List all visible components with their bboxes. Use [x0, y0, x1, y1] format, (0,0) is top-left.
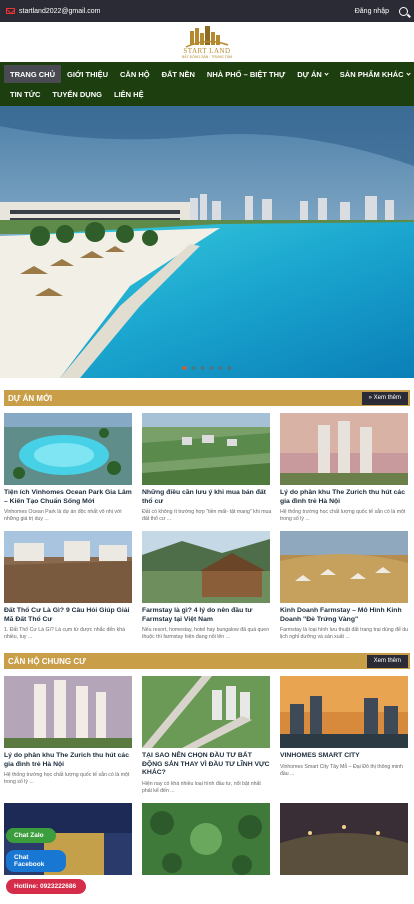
post-title[interactable]: Tiện ích Vinhomes Ocean Park Gia Lâm – K…: [4, 489, 134, 506]
nav-label: GIỚI THIỆU: [67, 69, 108, 79]
post-card[interactable]: Lý do phân khu The Zurich thu hút các gi…: [4, 676, 134, 795]
nav-label: SẢN PHẨM KHÁC: [339, 69, 404, 79]
slider-dot[interactable]: [191, 366, 196, 370]
post-thumbnail[interactable]: [280, 676, 410, 748]
post-title[interactable]: TẠI SAO NÊN CHỌN ĐẦU TƯ BẤT ĐỘNG SẢN THA…: [142, 752, 272, 778]
post-thumbnail[interactable]: [142, 676, 272, 748]
post-thumbnail[interactable]: [142, 413, 272, 485]
post-excerpt: Vinhomes Ocean Park là dự án độc nhất vô…: [4, 509, 122, 522]
post-card[interactable]: Farmstay là gì? 4 lý do nên đầu tư Farms…: [142, 531, 272, 641]
nav-item-careers[interactable]: TUYỂN DỤNG: [46, 85, 108, 103]
post-excerpt: Hiện nay có khá nhiều loại hình đầu tư, …: [142, 780, 261, 794]
nav-item-land[interactable]: ĐẤT NỀN: [156, 65, 201, 83]
nav-row-2: TIN TỨC TUYỂN DỤNG LIÊN HỆ: [4, 84, 410, 104]
slider-dot[interactable]: [182, 366, 187, 370]
post-thumbnail[interactable]: [4, 413, 134, 485]
post-thumbnail[interactable]: [4, 676, 134, 748]
nav-label: TRANG CHỦ: [10, 69, 55, 79]
post-thumbnail[interactable]: [280, 802, 410, 875]
nav-item-news[interactable]: TIN TỨC: [4, 85, 46, 103]
email-text: startland2022@gmail.com: [19, 7, 101, 15]
nav-item-projects[interactable]: DỰ ÁN: [291, 65, 334, 83]
post-title[interactable]: Lý do phân khu The Zurich thu hút các gi…: [280, 489, 410, 506]
slider-dot[interactable]: [200, 366, 205, 370]
post-card[interactable]: [142, 802, 272, 875]
logo-text: START LAND: [183, 47, 231, 55]
hero-slider[interactable]: [0, 106, 414, 378]
nav-item-about[interactable]: GIỚI THIỆU: [61, 65, 114, 83]
section-title: DỰ ÁN MỚI: [8, 393, 53, 403]
nav-item-townhouse-villa[interactable]: NHÀ PHỐ – BIỆT THỰ: [201, 65, 291, 83]
post-card[interactable]: Tiện ích Vinhomes Ocean Park Gia Lâm – K…: [4, 413, 134, 523]
post-title[interactable]: Những điều cần lưu ý khi mua bán đất thổ…: [142, 489, 272, 506]
nav-item-other-products[interactable]: SẢN PHẨM KHÁC: [334, 65, 414, 83]
search-icon[interactable]: [399, 6, 408, 16]
floating-contact-buttons: Chat Zalo Chat Facebook Hotline: 0923222…: [6, 828, 86, 894]
view-more-button[interactable]: Xem thêm: [366, 654, 408, 668]
post-excerpt: Vinhomes Smart City Tây Mỗ – Đại Đô thị …: [280, 763, 403, 777]
slider-dots: [182, 366, 232, 370]
main-nav: TRANG CHỦ GIỚI THIỆU CĂN HỘ ĐẤT NỀN NHÀ …: [0, 62, 414, 106]
post-thumbnail[interactable]: [142, 802, 272, 875]
nav-item-apartments[interactable]: CĂN HỘ: [114, 65, 156, 83]
post-title[interactable]: Farmstay là gì? 4 lý do nên đầu tư Farms…: [142, 607, 272, 624]
post-thumbnail[interactable]: [280, 413, 410, 485]
post-thumbnail[interactable]: [142, 531, 272, 603]
contact-email[interactable]: startland2022@gmail.com: [6, 8, 100, 15]
post-card[interactable]: VINHOMES SMART CITY Vinhomes Smart City …: [280, 676, 410, 795]
chat-zalo-button[interactable]: Chat Zalo: [6, 828, 56, 843]
nav-row-1: TRANG CHỦ GIỚI THIỆU CĂN HỘ ĐẤT NỀN NHÀ …: [4, 64, 411, 84]
header-logo-area: START LAND BẤT ĐỘNG SẢN · TRUNG TÂM: [0, 22, 414, 62]
post-title[interactable]: Đất Thổ Cư Là Gì? 9 Câu Hỏi Giúp Giải Mã…: [4, 607, 134, 624]
nav-label: TUYỂN DỤNG: [52, 89, 102, 99]
post-card[interactable]: TẠI SAO NÊN CHỌN ĐẦU TƯ BẤT ĐỘNG SẢN THA…: [142, 676, 272, 795]
mail-icon: [6, 8, 15, 14]
chevron-down-icon: [324, 70, 329, 76]
top-bar: startland2022@gmail.com Đăng nhập: [0, 0, 414, 22]
post-card[interactable]: Những điều cần lưu ý khi mua bán đất thổ…: [142, 413, 272, 523]
nav-label: ĐẤT NỀN: [161, 69, 195, 79]
slider-dot[interactable]: [209, 366, 214, 370]
section-header: CĂN HỘ CHUNG CƯ Xem thêm: [4, 653, 410, 669]
nav-label: CĂN HỘ: [119, 69, 150, 79]
login-link[interactable]: Đăng nhập: [355, 8, 389, 15]
post-grid: Tiện ích Vinhomes Ocean Park Gia Lâm – K…: [4, 413, 410, 641]
slider-dot[interactable]: [227, 366, 232, 370]
post-thumbnail[interactable]: [280, 531, 410, 603]
post-card[interactable]: Lý do phân khu The Zurich thu hút các gi…: [280, 413, 410, 523]
slider-dot[interactable]: [218, 366, 223, 370]
chevron-down-icon: [405, 70, 411, 76]
post-excerpt: Đất có không ít trường hợp "tiền mất- tậ…: [142, 509, 272, 522]
nav-label: DỰ ÁN: [297, 69, 322, 79]
post-title[interactable]: VINHOMES SMART CITY: [280, 752, 410, 761]
section-new-projects: DỰ ÁN MỚI » Xem thêm Tiện ích Vinhomes O…: [0, 390, 414, 641]
view-more-button[interactable]: » Xem thêm: [361, 391, 408, 405]
post-card[interactable]: [280, 802, 410, 875]
logo-subtitle: BẤT ĐỘNG SẢN · TRUNG TÂM: [181, 55, 233, 59]
post-excerpt: Hệ thống trường học chất lượng quốc tế s…: [4, 772, 130, 785]
nav-item-home[interactable]: TRANG CHỦ: [4, 65, 61, 83]
site-logo[interactable]: START LAND BẤT ĐỘNG SẢN · TRUNG TÂM: [182, 25, 232, 59]
nav-label: TIN TỨC: [10, 89, 41, 99]
nav-label: LIÊN HỆ: [113, 89, 144, 99]
post-card[interactable]: Kinh Doanh Farmstay – Mô Hình Kinh Doanh…: [280, 531, 410, 641]
hotline-button[interactable]: Hotline: 0923222686: [6, 879, 86, 894]
section-header: DỰ ÁN MỚI » Xem thêm: [4, 390, 410, 406]
post-excerpt: Nếu resort, homestay, hotel hay bungalow…: [142, 627, 270, 640]
chat-facebook-button[interactable]: Chat Facebook: [6, 850, 66, 872]
hero-image: [0, 106, 414, 378]
post-excerpt: Hệ thống trường học chất lượng quốc tế s…: [280, 509, 406, 522]
post-card[interactable]: Đất Thổ Cư Là Gì? 9 Câu Hỏi Giúp Giải Mã…: [4, 531, 134, 641]
post-excerpt: Farmstay là loại hình lưu thuật đất tran…: [280, 627, 409, 640]
post-excerpt: 1. Đất Thổ Cư Là Gì? Là cụm từ được nhắc…: [4, 627, 125, 640]
section-title: CĂN HỘ CHUNG CƯ: [8, 656, 86, 666]
post-title[interactable]: Lý do phân khu The Zurich thu hút các gi…: [4, 752, 134, 769]
nav-label: NHÀ PHỐ – BIỆT THỰ: [206, 69, 286, 79]
nav-item-contact[interactable]: LIÊN HỆ: [108, 85, 150, 103]
post-thumbnail[interactable]: [4, 531, 134, 603]
logo-graphic: [185, 26, 229, 48]
post-title[interactable]: Kinh Doanh Farmstay – Mô Hình Kinh Doanh…: [280, 607, 410, 624]
